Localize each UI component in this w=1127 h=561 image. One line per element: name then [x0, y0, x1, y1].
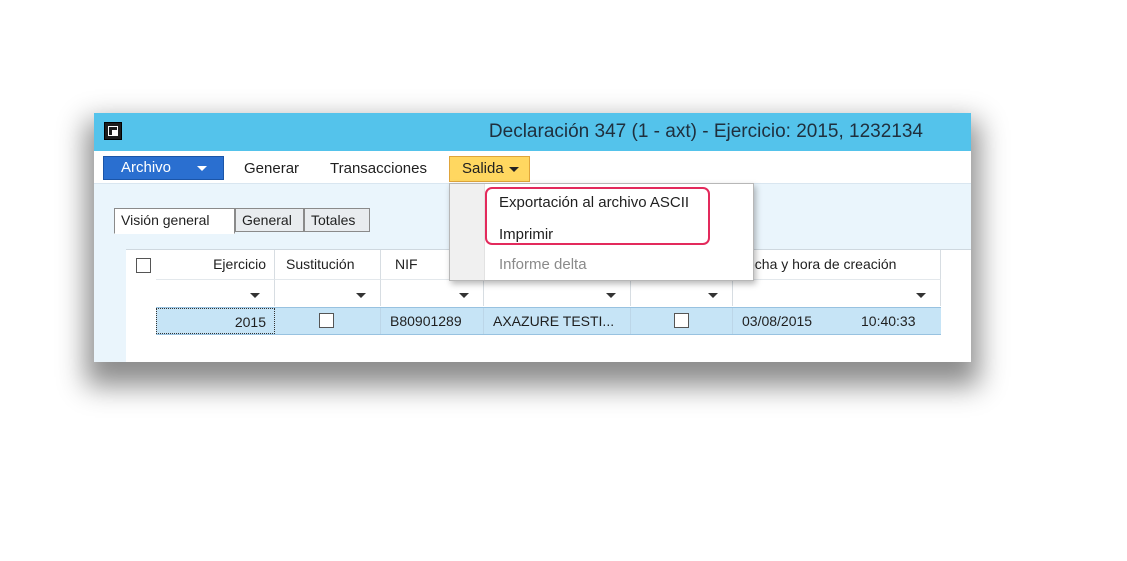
header-fecha-creacion[interactable]: echa y hora de creación	[733, 250, 941, 279]
menu-item-informe-delta[interactable]: Informe delta	[499, 256, 587, 273]
table-row[interactable]: 2015 B80901289 AXAZURE TESTI... 03/08/20…	[156, 307, 941, 335]
filter-col5[interactable]	[631, 279, 733, 306]
generar-menu[interactable]: Generar	[244, 160, 299, 177]
header-ejercicio[interactable]: Ejercicio	[156, 250, 275, 279]
archivo-menu-button[interactable]: Archivo	[103, 156, 224, 180]
salida-label: Salida	[462, 160, 504, 177]
tab-vision-general[interactable]: Visión general	[114, 208, 235, 234]
chevron-down-icon	[708, 293, 718, 298]
chevron-down-icon	[509, 167, 519, 172]
sustitucion-checkbox[interactable]	[319, 313, 334, 328]
chevron-down-icon	[356, 293, 366, 298]
cell-col5[interactable]	[631, 308, 733, 334]
cell-nombre[interactable]: AXAZURE TESTI...	[484, 308, 631, 334]
chevron-down-icon	[459, 293, 469, 298]
chevron-down-icon	[197, 166, 207, 171]
cell-fecha-time: 10:40:33	[861, 313, 916, 329]
cell-ejercicio[interactable]: 2015	[156, 308, 275, 334]
chevron-down-icon	[250, 293, 260, 298]
filter-sustitucion[interactable]	[275, 279, 381, 306]
select-all-checkbox[interactable]	[136, 258, 151, 273]
filter-nif[interactable]	[381, 279, 484, 306]
tab-totales[interactable]: Totales	[304, 208, 370, 232]
window-title: Declaración 347 (1 - axt) - Ejercicio: 2…	[488, 121, 923, 142]
highlight-annotation	[485, 187, 710, 245]
title-bar: Declaración 347 (1 - axt) - Ejercicio: 2…	[94, 113, 971, 151]
header-sustitucion[interactable]: Sustitución	[275, 250, 381, 279]
cell-nif[interactable]: B80901289	[381, 308, 484, 334]
row-checkbox[interactable]	[674, 313, 689, 328]
app-icon	[104, 122, 122, 140]
salida-menu-button[interactable]: Salida	[449, 156, 530, 182]
archivo-label: Archivo	[121, 159, 172, 176]
menu-bar: Archivo Generar Transacciones Salida	[94, 151, 971, 184]
menu-gutter	[450, 184, 485, 280]
filter-fecha[interactable]	[733, 279, 941, 306]
cell-fecha[interactable]: 03/08/2015 10:40:33	[733, 308, 941, 334]
cell-sustitucion[interactable]	[275, 308, 381, 334]
chevron-down-icon	[606, 293, 616, 298]
tab-general[interactable]: General	[235, 208, 304, 232]
filter-ejercicio[interactable]	[156, 279, 275, 306]
cell-fecha-date: 03/08/2015	[742, 313, 813, 329]
transacciones-menu[interactable]: Transacciones	[330, 160, 427, 177]
filter-nombre[interactable]	[484, 279, 631, 306]
chevron-down-icon	[916, 293, 926, 298]
